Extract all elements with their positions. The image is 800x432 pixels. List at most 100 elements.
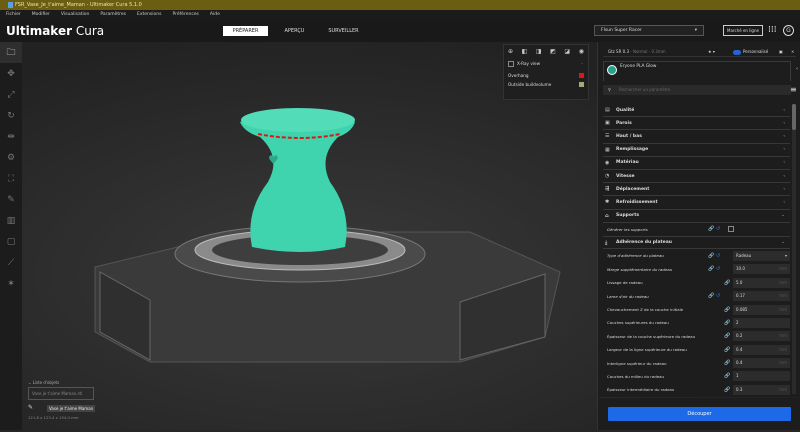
- object-list-toggle[interactable]: ⌄ Liste d'objets: [28, 380, 59, 385]
- setting-value-input[interactable]: 0.085 mm: [733, 304, 790, 315]
- category-2[interactable]: ☰ Haut / bas ‹: [603, 130, 790, 144]
- chevron-left-icon: ‹: [783, 186, 785, 192]
- object-list-item[interactable]: Vase je t'aime Maman.stl: [28, 387, 94, 400]
- link-icon[interactable]: 🔗: [708, 253, 714, 259]
- close-icon[interactable]: ×: [791, 47, 794, 57]
- setting-label: Générer les supports: [607, 226, 648, 232]
- profile-bar[interactable]: Gtz SR 0.3 - Normal - 0.3mm ★ ▾ Personna…: [603, 47, 796, 57]
- 3d-view-icon[interactable]: ⊕: [508, 48, 513, 55]
- xray-checkbox[interactable]: [508, 61, 514, 67]
- tab-prepare[interactable]: PRÉPARER: [223, 26, 268, 36]
- setting-row: Épaisseur intermédiaire du radeau 🔗 0.3 mm: [603, 383, 790, 396]
- settings-search-input[interactable]: ⚲ Rechercher un paramètre: [603, 85, 791, 95]
- rotate-tool-icon[interactable]: ↻: [0, 105, 22, 126]
- category-label: Refroidissement: [616, 199, 658, 205]
- support-blocker-icon[interactable]: ⛶: [0, 168, 22, 189]
- category-0[interactable]: ▤ Qualité ‹: [603, 104, 790, 118]
- settings-menu-icon[interactable]: ≡: [790, 85, 797, 95]
- menu-6[interactable]: Aide: [210, 10, 220, 20]
- vase-rim: [241, 108, 355, 132]
- menu-4[interactable]: Extensions: [137, 10, 161, 20]
- menu-5[interactable]: Préférences: [172, 10, 198, 20]
- favorite-star-icon[interactable]: ★ ▾: [708, 47, 715, 57]
- left-view-icon[interactable]: ◩: [550, 48, 556, 55]
- overhang-label: Overhang: [508, 73, 529, 78]
- measure-tool-icon[interactable]: ⟋: [0, 252, 22, 273]
- menu-2[interactable]: Visualisation: [61, 10, 89, 20]
- setting-value-input[interactable]: 10.0 mm: [733, 264, 790, 275]
- custom-mode-toggle[interactable]: [733, 49, 741, 55]
- category-icon: ⌂: [605, 212, 609, 219]
- mirror-tool-icon[interactable]: ⇹: [0, 126, 22, 147]
- reset-icon[interactable]: ↺: [716, 253, 720, 259]
- category-6[interactable]: ⇶ Déplacement ‹: [603, 183, 790, 197]
- category-icon: ▤: [605, 107, 610, 114]
- save-profile-icon[interactable]: ▣: [779, 47, 783, 57]
- printer-selector[interactable]: Flsun Super Racer: [594, 25, 704, 36]
- setting-value-input[interactable]: 5.0 mm: [733, 277, 790, 288]
- title-bar: FSR_Vase_Je_t'aime_Maman - Ultimaker Cur…: [0, 0, 800, 10]
- chevron-left-icon: ‹: [783, 199, 785, 205]
- link-icon[interactable]: 🔗: [724, 373, 730, 379]
- link-icon[interactable]: 🔗: [724, 347, 730, 353]
- link-icon[interactable]: 🔗: [724, 360, 730, 366]
- slice-button[interactable]: Découper: [608, 407, 791, 421]
- layers-tool-icon[interactable]: ▥: [0, 210, 22, 231]
- setting-value-input[interactable]: 0.3 mm: [733, 384, 790, 395]
- category-7[interactable]: ✱ Refroidissement ‹: [603, 196, 790, 210]
- link-icon[interactable]: 🔗: [708, 226, 714, 232]
- cube-tool-icon[interactable]: ▢: [0, 231, 22, 252]
- category-3[interactable]: ▦ Remplissage ‹: [603, 144, 790, 157]
- setting-value-input[interactable]: 0.4 mm: [733, 358, 790, 369]
- link-icon[interactable]: 🔗: [724, 280, 730, 286]
- account-avatar[interactable]: G: [783, 25, 794, 36]
- move-tool-icon[interactable]: ✥: [0, 63, 22, 84]
- menu-1[interactable]: Modifier: [32, 10, 50, 20]
- eye-icon[interactable]: ◉: [579, 48, 584, 55]
- link-icon[interactable]: 🔗: [708, 266, 714, 272]
- settings-scrollbar[interactable]: [792, 104, 796, 394]
- setting-value-input[interactable]: 1: [733, 371, 790, 382]
- category-adhesion[interactable]: ⤓ Adhérence du plateau ⌄: [603, 236, 790, 250]
- link-icon[interactable]: 🔗: [724, 387, 730, 393]
- reset-icon[interactable]: ↺: [716, 226, 720, 232]
- setting-value-input[interactable]: 0.2 mm: [733, 331, 790, 342]
- material-selector[interactable]: Eryone PLA Glow: [603, 61, 791, 81]
- top-view-icon[interactable]: ◨: [536, 48, 542, 55]
- category-8[interactable]: ⌂ Supports ⌄: [603, 210, 790, 223]
- generate-support-checkbox[interactable]: [728, 226, 734, 233]
- link-icon[interactable]: 🔗: [724, 307, 730, 313]
- reset-icon[interactable]: ↺: [716, 266, 720, 272]
- per-model-settings-icon[interactable]: ⚙: [0, 147, 22, 168]
- tab-preview[interactable]: APERÇU: [272, 26, 317, 36]
- link-icon[interactable]: 🔗: [724, 320, 730, 326]
- setting-value-input[interactable]: 0.17 mm: [733, 291, 790, 302]
- edit-icon[interactable]: ✎: [28, 404, 33, 411]
- marketplace-button[interactable]: Marché en ligne: [723, 25, 763, 36]
- scale-tool-icon[interactable]: ⤢: [0, 84, 22, 105]
- chevron-up-icon[interactable]: ⌃: [580, 62, 584, 67]
- paint-tool-icon[interactable]: ✎: [0, 189, 22, 210]
- chevron-left-icon[interactable]: ‹: [796, 66, 798, 72]
- link-icon[interactable]: 🔗: [724, 333, 730, 339]
- object-name-field[interactable]: Vase je t'aime Maman: [47, 405, 96, 412]
- menu-0[interactable]: Fichier: [6, 10, 21, 20]
- setting-value-input[interactable]: 2: [733, 317, 790, 328]
- apps-grid-icon[interactable]: ⁞⁞⁞: [768, 26, 777, 35]
- star-tool-icon[interactable]: ✶: [0, 273, 22, 294]
- category-5[interactable]: ◔ Vitesse ‹: [603, 170, 790, 184]
- tab-monitor[interactable]: SURVEILLER: [321, 26, 366, 36]
- setting-value-input[interactable]: 0.4 mm: [733, 344, 790, 355]
- link-icon[interactable]: 🔗: [708, 293, 714, 299]
- menu-3[interactable]: Paramètres: [100, 10, 126, 20]
- open-file-icon[interactable]: 🗀: [0, 42, 22, 63]
- setting-label: Couches du milieu du radeau: [607, 373, 664, 379]
- reset-icon[interactable]: ↺: [716, 293, 720, 299]
- category-1[interactable]: ▣ Parois ‹: [603, 117, 790, 131]
- right-view-icon[interactable]: ◪: [564, 48, 570, 55]
- outside-label: Outside buildvolume: [508, 82, 552, 87]
- setting-value-input[interactable]: Radeau ▾: [733, 250, 790, 261]
- front-view-icon[interactable]: ◧: [522, 48, 528, 55]
- setting-label: Épaisseur de la couche supérieure du rad…: [607, 333, 696, 339]
- category-4[interactable]: ◉ Matériau ‹: [603, 157, 790, 170]
